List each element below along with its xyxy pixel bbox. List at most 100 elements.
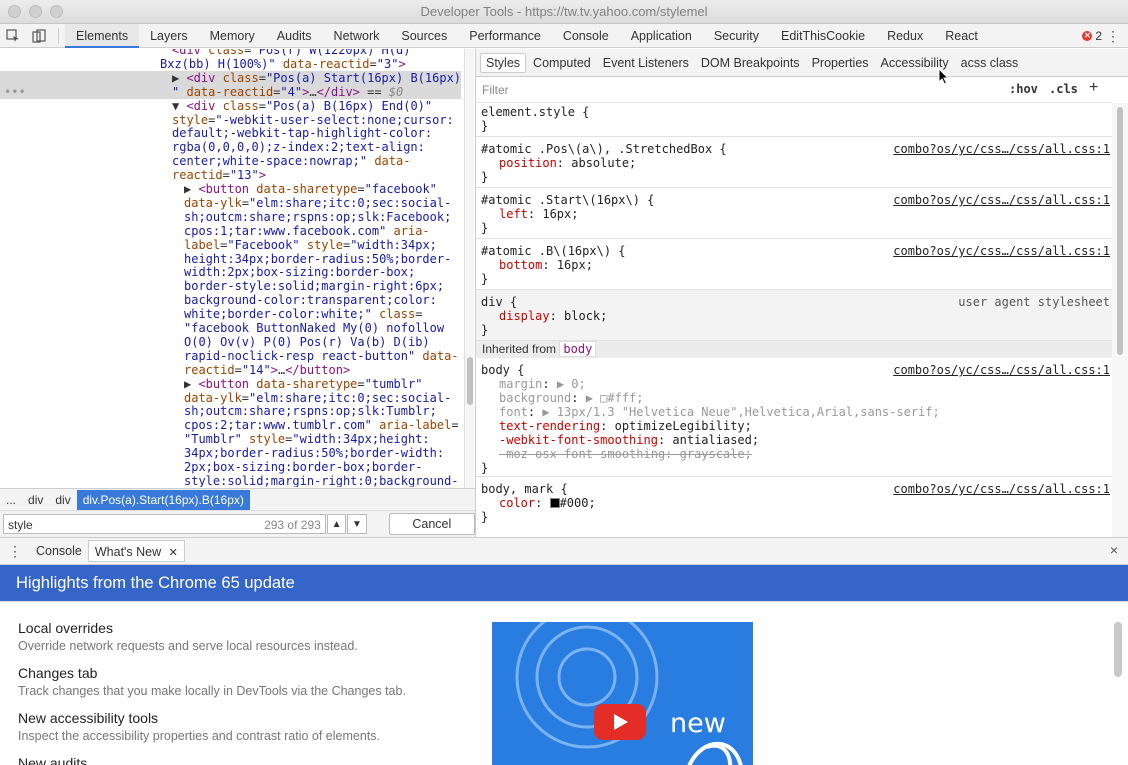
sidebar-tab-acss-class[interactable]: acss class	[956, 54, 1024, 72]
tab-editthiscookie[interactable]: EditThisCookie	[770, 24, 876, 48]
dom-tree-line[interactable]: style="-webkit-user-select:none;cursor:	[0, 113, 461, 127]
rule-property[interactable]: background: ▶ □#fff;	[499, 391, 644, 405]
tab-performance[interactable]: Performance	[458, 24, 552, 48]
tab-sources[interactable]: Sources	[390, 24, 458, 48]
dom-tree-line[interactable]: data-ylk="elm:share;itc:0;sec:social-	[0, 196, 461, 210]
error-counter[interactable]: ✕ 2	[1082, 24, 1102, 48]
rule-property[interactable]: bottom: 16px;	[499, 258, 593, 272]
dom-tree-line[interactable]: white;border-color:white;" class=	[0, 307, 461, 321]
element-style-selector[interactable]: element.style {	[481, 105, 589, 119]
device-toggle-icon[interactable]	[26, 24, 52, 48]
dom-tree-line[interactable]: rapid-noclick-resp react-button" data-	[0, 349, 461, 363]
dom-tree-line[interactable]: Bxz(bb) H(100%)" data-reactid="3">	[0, 57, 461, 71]
inspect-icon[interactable]	[0, 24, 26, 48]
search-input[interactable]: style 293 of 293	[3, 514, 326, 534]
rule-property[interactable]: left: 16px;	[499, 207, 578, 221]
more-options-icon[interactable]: ⋮	[1106, 24, 1120, 48]
breadcrumb-item[interactable]: div.Pos(a).Start(16px).B(16px)	[76, 489, 250, 510]
rule-property[interactable]: font: ▶ 13px/1.3 "Helvetica Neue",Helvet…	[499, 405, 940, 419]
dom-tree-line[interactable]: background-color:transparent;color:	[0, 293, 461, 307]
dom-tree-line[interactable]: " data-reactid="4">…</div> == $0 •••	[0, 84, 461, 99]
dom-tree-line[interactable]: width:2px;box-sizing:border-box;	[0, 265, 461, 279]
play-button-icon[interactable]	[594, 704, 646, 740]
close-window-button[interactable]	[8, 5, 21, 18]
dom-tree-line[interactable]: cpos:2;tar:www.tumblr.com" aria-label=	[0, 418, 461, 432]
zoom-window-button[interactable]	[50, 5, 63, 18]
dom-tree-line[interactable]: rgba(0,0,0,0);z-index:2;text-align:	[0, 140, 461, 154]
dom-tree-line[interactable]: ▶ <button data-sharetype="facebook"	[0, 182, 461, 196]
rule-selector[interactable]: div {	[481, 295, 517, 309]
whats-new-item[interactable]: Changes tab Track changes that you make l…	[18, 665, 406, 698]
search-next-button[interactable]: ▼	[347, 514, 367, 534]
elements-scroll-thumb[interactable]	[467, 357, 473, 405]
rule-selector[interactable]: #atomic .B\(16px\) {	[481, 244, 626, 258]
sidebar-tab-computed[interactable]: Computed	[528, 54, 596, 72]
drawer-tab-whats-new[interactable]: What's New ✕	[87, 540, 185, 562]
inherited-element-link[interactable]: body	[559, 341, 597, 357]
sidebar-tab-properties[interactable]: Properties	[807, 54, 874, 72]
rule-source-link[interactable]: combo?os/yc/css…/css/all.css:1	[893, 193, 1110, 207]
tab-elements[interactable]: Elements	[65, 23, 140, 48]
rule-property[interactable]: text-rendering: optimizeLegibility;	[499, 419, 752, 433]
sidebar-tab-styles[interactable]: Styles	[480, 52, 527, 73]
whats-new-item[interactable]: New audits	[18, 755, 87, 765]
drawer-tab-console[interactable]: Console	[30, 540, 88, 562]
dom-tree-line[interactable]: border-style:solid;margin-right:6px;	[0, 279, 461, 293]
dom-tree-line[interactable]: O(0) Ov(v) P(0) Pos(r) Va(b) D(ib)	[0, 335, 461, 349]
rule-property[interactable]: color: #000;	[499, 496, 596, 510]
tab-react[interactable]: React	[934, 24, 989, 48]
rule-source-link[interactable]: combo?os/yc/css…/css/all.css:1	[893, 244, 1110, 258]
tab-audits[interactable]: Audits	[266, 24, 323, 48]
tab-redux[interactable]: Redux	[876, 24, 934, 48]
tab-layers[interactable]: Layers	[139, 24, 199, 48]
rule-property[interactable]: position: absolute;	[499, 156, 636, 170]
tab-network[interactable]: Network	[323, 24, 391, 48]
close-drawer-icon[interactable]: ×	[1110, 542, 1118, 558]
dom-tree-line[interactable]: default;-webkit-tap-highlight-color:	[0, 126, 461, 140]
search-prev-button[interactable]: ▲	[326, 514, 347, 534]
dom-tree-line[interactable]: "facebook ButtonNaked My(0) nofollow	[0, 321, 461, 335]
hover-state-toggle[interactable]: :hov	[1009, 82, 1038, 96]
dom-tree-line[interactable]: ▶ <div class="Pos(a) Start(16px) B(16px)	[0, 70, 461, 85]
sidebar-tab-event-listeners[interactable]: Event Listeners	[598, 54, 694, 72]
drawer-menu-icon[interactable]: ⋮	[0, 543, 30, 560]
rule-property[interactable]: margin: ▶ 0;	[499, 377, 586, 391]
rule-source-link[interactable]: combo?os/yc/css…/css/all.css:1	[893, 142, 1110, 156]
dom-tree-line[interactable]: label="Facebook" style="width:34px;	[0, 238, 461, 252]
rule-selector[interactable]: body {	[481, 363, 524, 377]
dom-tree-line[interactable]: 2px;box-sizing:border-box;border-	[0, 460, 461, 474]
dom-tree-line[interactable]: height:34px;border-radius:50%;border-	[0, 252, 461, 266]
sidebar-tab-dom-breakpoints[interactable]: DOM Breakpoints	[696, 54, 805, 72]
close-tab-icon[interactable]: ✕	[169, 547, 178, 559]
dom-tree-line[interactable]: 34px;border-radius:50%;border-width:	[0, 446, 461, 460]
tab-application[interactable]: Application	[620, 24, 703, 48]
video-thumbnail[interactable]: new	[492, 622, 753, 765]
dom-tree-line[interactable]: ▼ <div class="Pos(a) B(16px) End(0)"	[0, 99, 461, 113]
dom-tree-line[interactable]: style:solid;margin-right:0;background-	[0, 474, 461, 487]
dom-tree-line[interactable]: reactid="14">…</button>	[0, 363, 461, 377]
breadcrumb-item[interactable]: div	[22, 490, 49, 510]
dom-tree-line[interactable]: center;white-space:nowrap;" data-	[0, 154, 461, 168]
tab-console[interactable]: Console	[552, 24, 620, 48]
dom-tree-line[interactable]: "Tumblr" style="width:34px;height:	[0, 432, 461, 446]
rule-property[interactable]: display: block;	[499, 309, 607, 323]
dom-tree-line[interactable]: <div class="Pos(r) W(1220px) H(d)	[0, 49, 461, 57]
elements-scrollbar[interactable]	[464, 49, 474, 537]
styles-scroll-thumb[interactable]	[1117, 107, 1123, 355]
class-toggle[interactable]: .cls	[1049, 82, 1078, 96]
breadcrumb-more[interactable]: ...	[0, 490, 22, 510]
styles-scrollbar[interactable]	[1112, 103, 1128, 537]
rule-source-link[interactable]: combo?os/yc/css…/css/all.css:1	[893, 482, 1110, 496]
new-rule-button[interactable]: +	[1089, 79, 1098, 97]
dom-tree-line[interactable]: ▶ <button data-sharetype="tumblr"	[0, 377, 461, 391]
whats-new-item[interactable]: Local overrides Override network requests…	[18, 620, 358, 653]
tab-memory[interactable]: Memory	[199, 24, 266, 48]
breadcrumb-item[interactable]: div	[49, 490, 76, 510]
filter-input[interactable]: Filter	[482, 83, 509, 97]
dom-tree-line[interactable]: cpos:1;tar:www.facebook.com" aria-	[0, 224, 461, 238]
rule-property[interactable]: -webkit-font-smoothing: antialiased;	[499, 433, 759, 447]
tab-security[interactable]: Security	[703, 24, 770, 48]
dom-tree-line[interactable]: sh;outcm:share;rspns:op;slk:Tumblr;	[0, 404, 461, 418]
search-cancel-button[interactable]: Cancel	[388, 513, 475, 535]
rule-selector[interactable]: body, mark {	[481, 482, 568, 496]
